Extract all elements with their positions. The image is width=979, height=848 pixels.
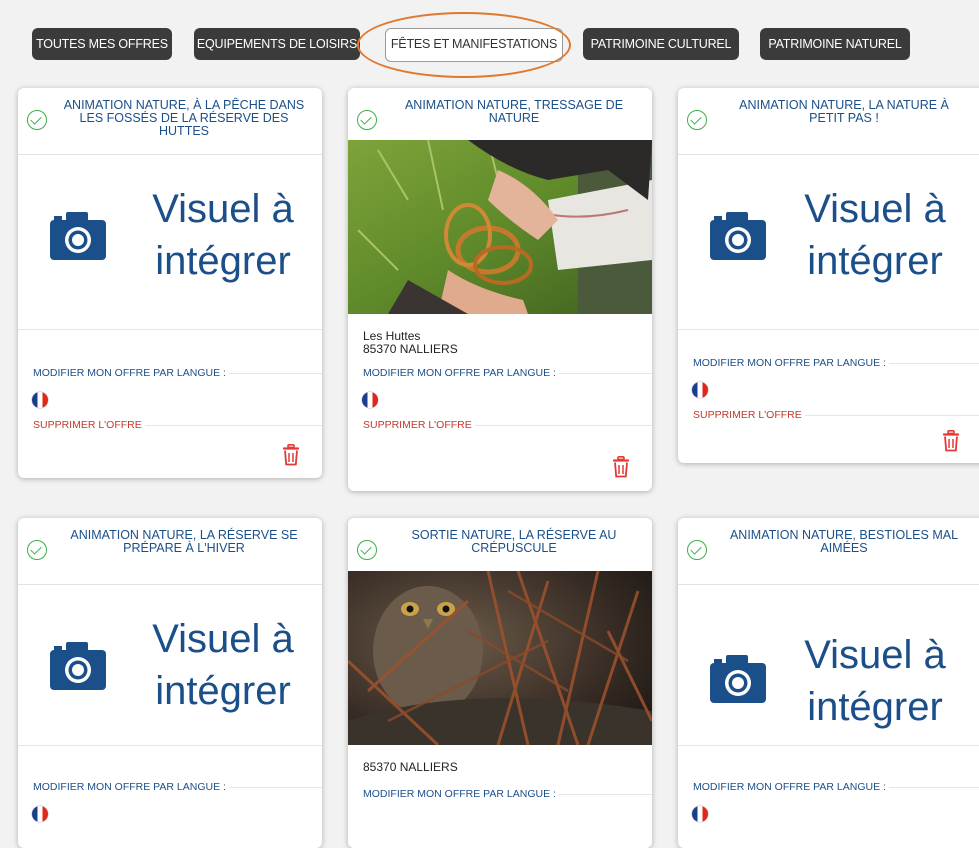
delete-offer-label: SUPPRIMER L'OFFRE (693, 409, 805, 421)
modify-language-section: MODIFIER MON OFFRE PAR LANGUE : (363, 358, 652, 388)
offer-card: ANIMATION NATURE, À LA PÊCHE DANS LES FO… (18, 88, 322, 478)
offer-card: ANIMATION NATURE, BESTIOLES MAL AIMÉES V… (678, 518, 979, 848)
camera-icon (710, 655, 766, 703)
offer-card: ANIMATION NATURE, TRESSAGE DE NATURE Les… (348, 88, 652, 491)
delete-section: SUPPRIMER L'OFFRE (33, 410, 322, 440)
card-header: ANIMATION NATURE, LA NATURE À PETIT PAS … (678, 88, 979, 155)
card-title: SORTIE NATURE, LA RÉSERVE AU CRÉPUSCULE (411, 528, 617, 555)
address: Les Huttes 85370 NALLIERS (363, 330, 652, 358)
trash-icon[interactable] (282, 444, 300, 466)
card-title: ANIMATION NATURE, BESTIOLES MAL AIMÉES (729, 528, 959, 555)
modify-language-section: MODIFIER MON OFFRE PAR LANGUE : (693, 772, 979, 802)
placeholder-line1: Visuel à (804, 187, 946, 231)
visual-placeholder-text: Visuel à intégrer (770, 183, 979, 287)
visual-placeholder-text: Visuel à intégrer (770, 629, 979, 733)
modify-language-label: MODIFIER MON OFFRE PAR LANGUE : (33, 367, 229, 379)
flag-fr-icon[interactable] (32, 806, 48, 822)
visual-placeholder: Visuel à intégrer (678, 155, 979, 330)
visual-placeholder-text: Visuel à intégrer (118, 183, 322, 287)
delete-offer-label: SUPPRIMER L'OFFRE (363, 419, 475, 431)
flag-fr-icon[interactable] (692, 382, 708, 398)
check-circle-icon (27, 110, 47, 130)
modify-language-label: MODIFIER MON OFFRE PAR LANGUE : (33, 781, 229, 793)
modify-language-label: MODIFIER MON OFFRE PAR LANGUE : (363, 367, 559, 379)
offer-card: SORTIE NATURE, LA RÉSERVE AU CRÉPUSCULE … (348, 518, 652, 848)
address-line1: 85370 NALLIERS (363, 760, 458, 774)
trash-icon[interactable] (942, 430, 960, 452)
card-title: ANIMATION NATURE, LA RÉSERVE SE PRÉPARE … (70, 528, 298, 555)
modify-language-section: MODIFIER MON OFFRE PAR LANGUE : (33, 358, 322, 388)
offer-card: ANIMATION NATURE, LA NATURE À PETIT PAS … (678, 88, 979, 463)
check-circle-icon (27, 540, 47, 560)
modify-language-label: MODIFIER MON OFFRE PAR LANGUE : (363, 788, 559, 800)
card-title: ANIMATION NATURE, LA NATURE À PETIT PAS … (739, 98, 949, 125)
flag-fr-icon[interactable] (692, 806, 708, 822)
card-header: ANIMATION NATURE, BESTIOLES MAL AIMÉES (678, 518, 979, 585)
visual-placeholder: Visuel à intégrer (18, 155, 322, 330)
delete-offer-label: SUPPRIMER L'OFFRE (33, 419, 145, 431)
filter-natural-heritage[interactable]: PATRIMOINE NATUREL (760, 28, 910, 60)
placeholder-line2: intégrer (155, 239, 291, 283)
placeholder-line2: intégrer (807, 239, 943, 283)
filter-cultural-heritage[interactable]: PATRIMOINE CULTUREL (583, 28, 739, 60)
visual-placeholder: Visuel à intégrer (18, 585, 322, 746)
modify-language-section: MODIFIER MON OFFRE PAR LANGUE : (693, 348, 979, 378)
visual-placeholder: Visuel à intégrer (678, 585, 979, 746)
card-title: ANIMATION NATURE, À LA PÊCHE DANS LES FO… (63, 98, 305, 138)
placeholder-line1: Visuel à (152, 187, 294, 231)
check-circle-icon (357, 110, 377, 130)
card-header: ANIMATION NATURE, TRESSAGE DE NATURE (348, 88, 652, 140)
card-title: ANIMATION NATURE, TRESSAGE DE NATURE (404, 98, 624, 125)
delete-section: SUPPRIMER L'OFFRE (693, 400, 979, 430)
flag-fr-icon[interactable] (362, 392, 378, 408)
flag-fr-icon[interactable] (32, 392, 48, 408)
camera-icon (710, 212, 766, 260)
modify-language-label: MODIFIER MON OFFRE PAR LANGUE : (693, 781, 889, 793)
check-circle-icon (687, 110, 707, 130)
filter-festivals-events[interactable]: FÊTES ET MANIFESTATIONS (385, 28, 563, 62)
camera-icon (50, 212, 106, 260)
modify-language-label: MODIFIER MON OFFRE PAR LANGUE : (693, 357, 889, 369)
filter-all-offers[interactable]: TOUTES MES OFFRES (32, 28, 172, 60)
check-circle-icon (357, 540, 377, 560)
filter-leisure-equipment[interactable]: EQUIPEMENTS DE LOISIRS (194, 28, 360, 60)
address-line2: 85370 NALLIERS (363, 342, 458, 356)
placeholder-line1: Visuel à (152, 617, 294, 661)
card-header: ANIMATION NATURE, LA RÉSERVE SE PRÉPARE … (18, 518, 322, 585)
delete-section: SUPPRIMER L'OFFRE (363, 410, 652, 440)
category-filter-bar: TOUTES MES OFFRES EQUIPEMENTS DE LOISIRS… (0, 0, 979, 80)
trash-icon[interactable] (612, 456, 630, 478)
camera-icon (50, 642, 106, 690)
photo-hands-weaving (348, 140, 652, 314)
address: 85370 NALLIERS (363, 761, 652, 779)
modify-language-section: MODIFIER MON OFFRE PAR LANGUE : (363, 779, 652, 809)
offer-card: ANIMATION NATURE, LA RÉSERVE SE PRÉPARE … (18, 518, 322, 848)
visual-placeholder-text: Visuel à intégrer (118, 613, 322, 717)
check-circle-icon (687, 540, 707, 560)
placeholder-line2: intégrer (155, 669, 291, 713)
placeholder-line1: Visuel à (804, 633, 946, 677)
modify-language-section: MODIFIER MON OFFRE PAR LANGUE : (33, 772, 322, 802)
card-header: SORTIE NATURE, LA RÉSERVE AU CRÉPUSCULE (348, 518, 652, 571)
photo-owl (348, 571, 652, 745)
placeholder-line2: intégrer (807, 685, 943, 729)
card-header: ANIMATION NATURE, À LA PÊCHE DANS LES FO… (18, 88, 322, 155)
